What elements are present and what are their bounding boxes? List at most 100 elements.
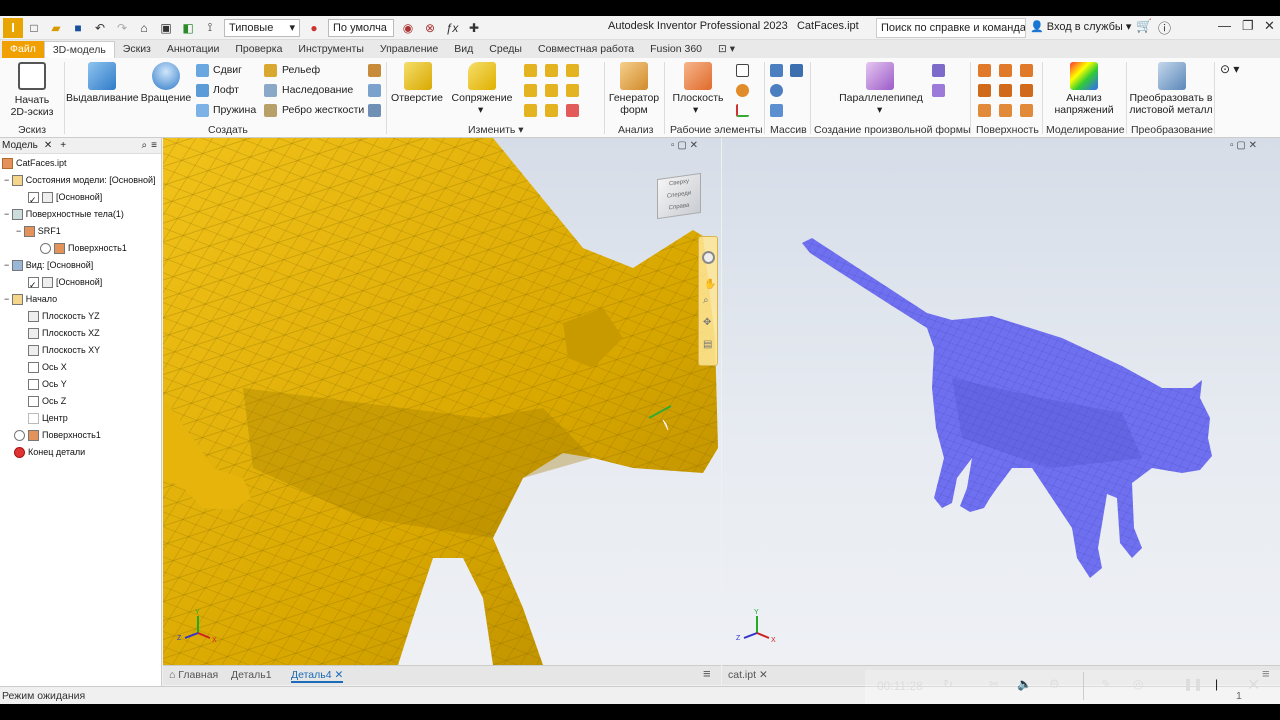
repair-icon[interactable] — [1020, 104, 1033, 117]
camera-icon[interactable]: ◎ — [1133, 677, 1143, 691]
update-icon[interactable]: ◧ — [179, 19, 197, 37]
help-search-input[interactable]: Поиск по справке и командам — [876, 18, 1026, 38]
extrude-button[interactable]: Выдавливание — [66, 92, 139, 104]
clear-appearance-icon[interactable]: ⊗ — [421, 19, 439, 37]
tab-tools[interactable]: Инструменты — [290, 41, 371, 58]
tab-fusion360[interactable]: Fusion 360 — [642, 41, 710, 58]
chevron-down-icon[interactable]: ▾ — [693, 104, 698, 116]
stitch-icon[interactable] — [978, 64, 991, 77]
close-icon[interactable]: ✕ — [1247, 675, 1260, 695]
appearance-combo[interactable]: По умолча — [328, 18, 394, 37]
sculpt-icon[interactable] — [999, 64, 1012, 77]
effects-icon[interactable]: ✂ — [989, 677, 999, 691]
browser-title[interactable]: Модель — [2, 140, 38, 151]
tab-part4[interactable]: Деталь4 ✕ — [291, 669, 344, 683]
freeform-tool-icon-1[interactable] — [932, 64, 945, 77]
derive-button[interactable]: Наследование — [282, 84, 353, 96]
pen-icon[interactable]: ✎ — [1101, 677, 1111, 691]
combine-icon[interactable] — [566, 84, 579, 97]
maximize-icon[interactable]: ▢ — [677, 140, 686, 151]
browser-node-root[interactable]: CatFaces.ipt — [2, 156, 67, 170]
cart-icon[interactable]: 🛒 — [1136, 18, 1152, 34]
emboss-button[interactable]: Рельеф — [282, 64, 320, 76]
sweep-button[interactable]: Сдвиг — [213, 64, 242, 76]
close-icon[interactable]: ✕ — [1264, 18, 1275, 34]
freeform-box-button[interactable]: Параллелепипед — [836, 92, 926, 104]
maximize-icon[interactable]: ▢ — [1236, 140, 1245, 151]
maximize-icon[interactable]: ❐ — [1242, 18, 1254, 34]
coil-button[interactable]: Пружина — [213, 104, 256, 116]
direct-edit-icon[interactable] — [545, 104, 558, 117]
settings-icon[interactable]: ⚙ — [1049, 677, 1060, 691]
freeform-tool-icon-2[interactable] — [932, 84, 945, 97]
start-sketch-button[interactable]: Начать 2D-эскиз — [6, 94, 58, 118]
tab-inspect[interactable]: Проверка — [227, 41, 290, 58]
tab-collaborate[interactable]: Совместная работа — [530, 41, 642, 58]
extend-icon[interactable] — [999, 84, 1012, 97]
close-icon[interactable]: ✕ — [335, 669, 344, 681]
tab-3d-model[interactable]: 3D-модель — [43, 41, 115, 58]
zoom-icon[interactable]: ⌕ — [703, 295, 709, 306]
save-icon[interactable]: ■ — [69, 19, 87, 37]
browser-node-axis-y[interactable]: Ось Y — [28, 377, 67, 391]
create-extra-icon-3[interactable] — [368, 104, 381, 117]
chamfer-icon[interactable] — [524, 64, 537, 77]
pan-icon[interactable]: ✋ — [704, 279, 716, 290]
viewport-left[interactable]: Y Z X ▫ ▢ ✕ Сверху Спереди Справа ✋ ⌕ ✥ … — [163, 138, 721, 665]
menu-icon[interactable]: ≡ — [151, 140, 157, 151]
create-extra-icon-2[interactable] — [368, 84, 381, 97]
convert-sheet-metal-button[interactable]: Преобразовать в листовой металл — [1128, 92, 1214, 116]
color-icon[interactable]: ● — [305, 19, 323, 37]
ribbon-options-icon[interactable]: ⊡ ▾ — [710, 41, 743, 58]
orbit-icon[interactable]: ✥ — [703, 317, 711, 328]
pause-icon[interactable]: ❚❚ — [1183, 677, 1203, 691]
shell-icon[interactable] — [545, 64, 558, 77]
sign-in-button[interactable]: 👤 Вход в службы ▾ — [1030, 20, 1131, 33]
tab-cat-ipt[interactable]: cat.ipt ✕ — [728, 669, 768, 681]
add-tab-icon[interactable]: + — [60, 140, 66, 151]
hole-button[interactable]: Отверстие — [390, 92, 444, 104]
sketch-pattern-icon[interactable] — [770, 104, 783, 117]
browser-node-end-of-part[interactable]: Конец детали — [14, 445, 85, 459]
plane-button[interactable]: Плоскость — [668, 92, 728, 104]
rectangular-pattern-icon[interactable] — [770, 64, 783, 77]
open-file-icon[interactable]: ▰ — [47, 19, 65, 37]
loft-button[interactable]: Лофт — [213, 84, 239, 96]
browser-node-view[interactable]: − Вид: [Основной] — [4, 258, 93, 272]
rib-button[interactable]: Ребро жесткости — [282, 104, 364, 116]
ruled-surface-icon[interactable] — [999, 104, 1012, 117]
thread-icon[interactable] — [524, 84, 537, 97]
draft-icon[interactable] — [566, 64, 579, 77]
steering-wheel-icon[interactable] — [702, 251, 715, 264]
trim-icon[interactable] — [978, 84, 991, 97]
home-icon[interactable]: ⌂ — [135, 19, 153, 37]
stress-analysis-button[interactable]: Анализ напряжений — [1046, 92, 1122, 116]
minimize-icon[interactable]: ▫ — [1230, 140, 1234, 151]
minimize-icon[interactable]: ▫ — [671, 140, 675, 151]
undo-icon[interactable]: ↶ — [91, 19, 109, 37]
tab-file[interactable]: Файл — [2, 41, 44, 58]
ucs-icon[interactable] — [736, 104, 749, 117]
browser-node-center[interactable]: Центр — [28, 411, 68, 425]
browser-node-axis-x[interactable]: Ось X — [28, 360, 67, 374]
panel-modify-label[interactable]: Изменить ▾ — [468, 124, 524, 136]
circular-pattern-icon[interactable] — [770, 84, 783, 97]
mirror-icon[interactable] — [790, 64, 803, 77]
viewport-right[interactable]: Y Z X ▫ ▢ ✕ — [722, 138, 1280, 665]
search-icon[interactable]: ⌕ — [142, 140, 148, 151]
revolve-button[interactable]: Вращение — [140, 92, 192, 104]
tab-manage[interactable]: Управление — [372, 41, 446, 58]
browser-node-view-main[interactable]: ✓ [Основной] — [28, 275, 102, 290]
redo-icon[interactable]: ↷ — [113, 19, 131, 37]
appearance-adjust-icon[interactable]: ◉ — [399, 19, 417, 37]
boundary-patch-icon[interactable] — [978, 104, 991, 117]
look-at-icon[interactable]: ▤ — [703, 339, 712, 350]
tab-annotate[interactable]: Аннотации — [159, 41, 228, 58]
patch-icon[interactable] — [1020, 64, 1033, 77]
close-icon[interactable]: ✕ — [759, 669, 768, 681]
tab-home[interactable]: ⌂ Главная — [169, 669, 218, 681]
browser-node-model-states[interactable]: − Состояния модели: [Основной] — [4, 173, 156, 187]
thicken-icon[interactable] — [524, 104, 537, 117]
plus-icon[interactable]: ✚ — [465, 19, 483, 37]
split-icon[interactable] — [545, 84, 558, 97]
